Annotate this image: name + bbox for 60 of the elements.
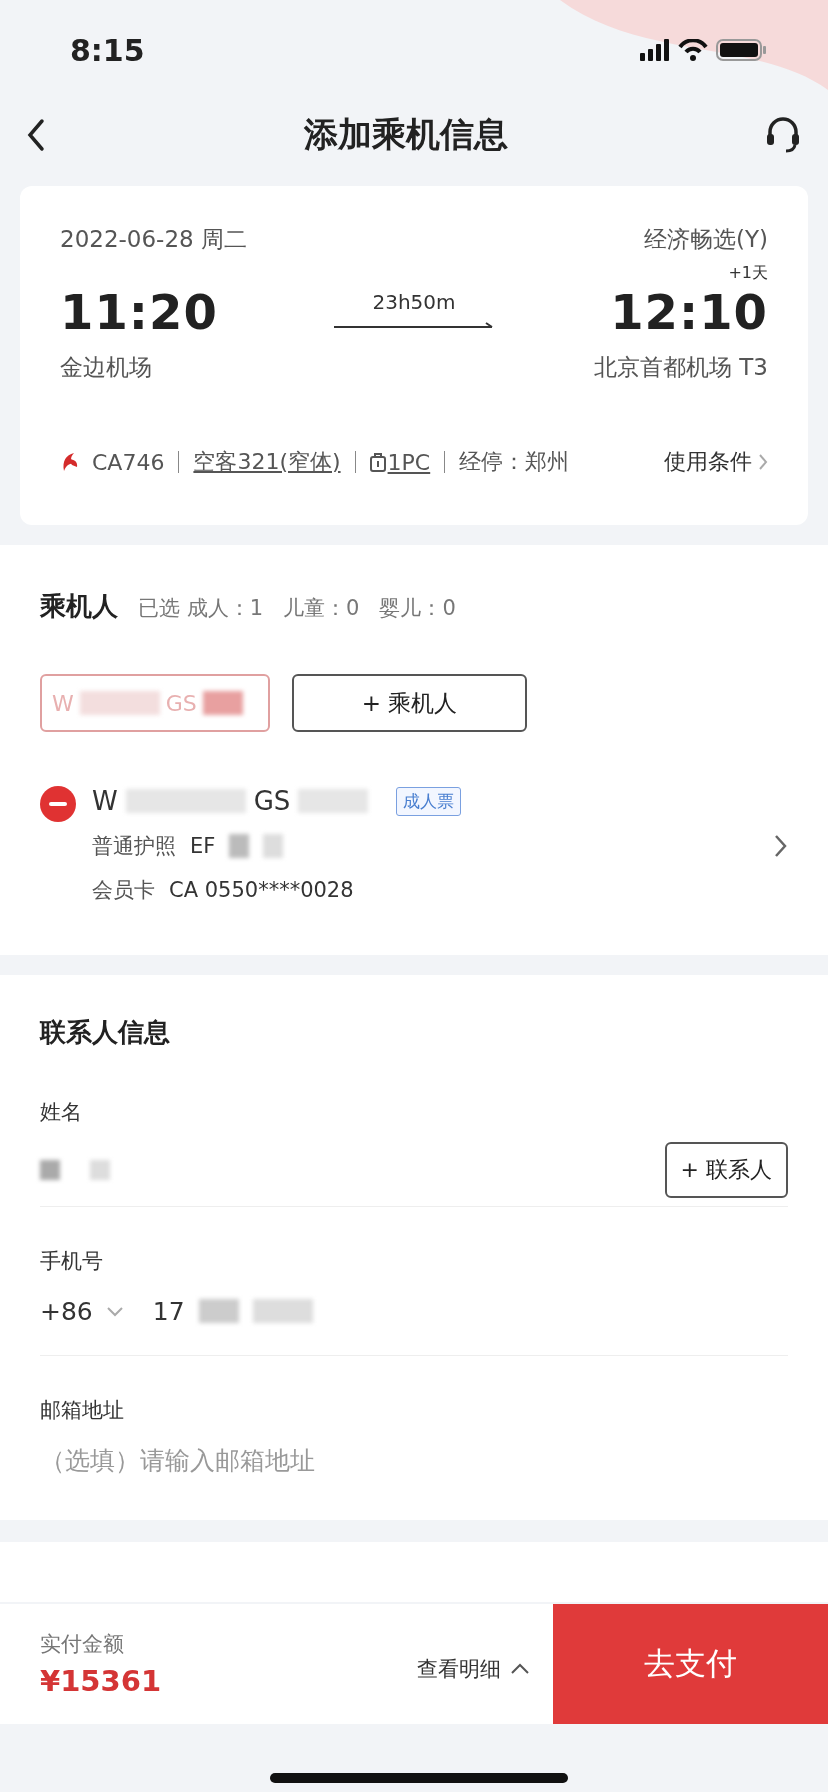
chevron-down-icon — [106, 1305, 123, 1317]
ticket-type-tag: 成人票 — [396, 786, 462, 816]
conditions-link[interactable]: 使用条件 — [664, 447, 768, 477]
phone-number-field[interactable]: 17 — [152, 1296, 185, 1326]
passenger-detail-button[interactable] — [774, 834, 788, 858]
section-title: 乘机人 — [40, 590, 118, 623]
page-title: 添加乘机信息 — [304, 113, 508, 156]
redaction-blur — [90, 1160, 110, 1180]
stopover-info: 经停：郑州 — [459, 448, 570, 476]
field-label: 姓名 — [40, 1099, 83, 1126]
membership-card-number: CA 0550****0028 — [169, 878, 354, 902]
redaction-blur — [263, 834, 284, 858]
flight-number: CA746 — [92, 449, 165, 475]
id-type-label: 普通护照 — [92, 833, 176, 860]
flight-date: 2022-06-28 周二 — [60, 225, 247, 254]
flight-duration: 23h50m — [372, 290, 456, 314]
arrival-airport: 北京首都机场 T3 — [594, 353, 768, 382]
passenger-name: GS — [253, 786, 291, 816]
price-details-button[interactable]: 查看明细 — [417, 1654, 529, 1684]
arrow-icon — [334, 322, 494, 330]
redaction-blur — [229, 834, 250, 858]
aircraft-type-link[interactable]: 空客321(窄体) — [193, 447, 341, 477]
redaction-blur — [202, 691, 243, 715]
add-passenger-button[interactable]: + 乘机人 — [292, 674, 527, 732]
amount-label: 实付金额 — [40, 1631, 125, 1658]
redaction-blur — [198, 1299, 239, 1323]
add-contact-button[interactable]: + 联系人 — [664, 1142, 788, 1198]
field-label: 邮箱地址 — [40, 1397, 125, 1424]
chevron-right-icon — [774, 834, 788, 858]
customer-service-button[interactable] — [764, 116, 802, 154]
battery-icon — [716, 39, 766, 61]
membership-card-label: 会员卡 — [92, 877, 155, 904]
email-field[interactable]: （选填）请输入邮箱地址 — [40, 1445, 540, 1475]
redaction-blur — [252, 1299, 313, 1323]
name-field[interactable] — [40, 1160, 110, 1180]
section-title: 联系人信息 — [40, 1016, 171, 1049]
redaction-blur — [40, 1160, 60, 1180]
headset-icon — [764, 116, 802, 154]
baggage-icon — [369, 452, 386, 472]
wifi-icon — [678, 39, 708, 61]
chevron-right-icon — [758, 453, 768, 471]
departure-airport: 金边机场 — [60, 353, 152, 382]
total-price: ¥15361 — [40, 1664, 163, 1698]
minus-circle-icon — [40, 786, 76, 822]
passenger-count-summary: 已选 成人：1 儿童：0 婴儿：0 — [138, 595, 456, 622]
redaction-blur — [298, 789, 369, 813]
passenger-name: W — [92, 786, 118, 816]
clock-time: 8:15 — [70, 32, 145, 68]
id-number: EF — [190, 834, 216, 858]
departure-time: 11:20 — [60, 284, 218, 340]
chevron-up-icon — [511, 1663, 529, 1675]
country-code-selector[interactable]: +86 — [40, 1296, 93, 1326]
baggage-allowance-link[interactable]: 1PC — [387, 449, 431, 475]
pay-button[interactable]: 去支付 — [553, 1604, 828, 1724]
field-label: 手机号 — [40, 1248, 104, 1275]
arrival-time: 12:10 — [610, 284, 768, 340]
signal-icon — [640, 39, 670, 61]
remove-passenger-button[interactable] — [40, 786, 76, 822]
cabin-class: 经济畅选(Y) — [644, 225, 768, 254]
day-offset: +1天 — [728, 263, 768, 284]
